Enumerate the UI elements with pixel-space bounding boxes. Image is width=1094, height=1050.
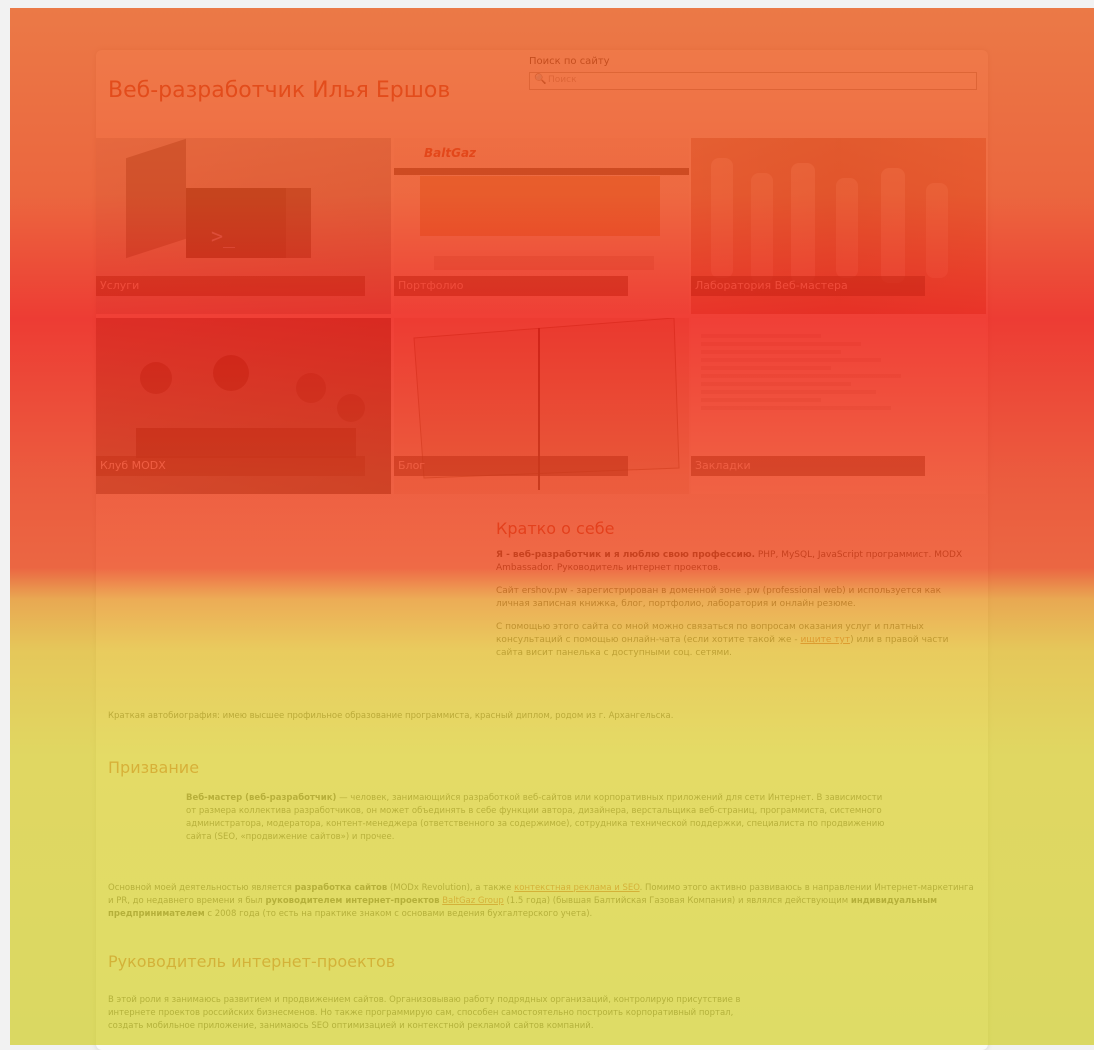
seo-link[interactable]: контекстная реклама и SEO (514, 883, 639, 893)
about-domain-paragraph: Сайт ershov.pw - зарегистрирован в домен… (496, 586, 942, 609)
tile-caption: Портфолио (394, 276, 628, 296)
main-text-1: Основной моей деятельностью является (108, 883, 295, 893)
tile-caption: Блог (394, 456, 628, 476)
baltgaz-logo: BaltGaz (424, 146, 477, 160)
search-input[interactable] (548, 73, 968, 87)
definition-paragraph: Веб-мастер (веб-разработчик) — человек, … (186, 792, 886, 844)
svg-text:>_: >_ (211, 224, 236, 248)
about-section: Кратко о себе Я - веб-разработчик и я лю… (496, 519, 976, 670)
search-label: Поиск по сайту (529, 56, 610, 67)
tile-caption: Закладки (691, 456, 925, 476)
site-title[interactable]: Веб-разработчик Илья Ершов (108, 78, 450, 103)
main-bold-2: руководителем интернет-проектов (265, 896, 440, 906)
tile-services[interactable]: >_ Услуги (96, 138, 391, 314)
about-paragraph: Я - веб-разработчик и я люблю свою профе… (496, 549, 976, 575)
about-title: Кратко о себе (496, 519, 615, 538)
calling-title: Призвание (108, 758, 200, 777)
main-text-5: (1.5 года) (бывшая Балтийская Газовая Ко… (503, 896, 851, 906)
baltgaz-link[interactable]: BaltGaz Group (442, 896, 504, 906)
main-activity-paragraph: Основной моей деятельностью является раз… (108, 882, 978, 921)
main-text-6: с 2008 года (то есть на практике знаком … (204, 909, 593, 919)
bookmarks-list (701, 330, 931, 414)
tile-bookmarks[interactable]: Закладки (691, 318, 986, 494)
definition-term: Веб-мастер (веб-разработчик) (186, 793, 337, 803)
chat-link[interactable]: ищите тут (800, 635, 850, 645)
portfolio-menu-bar (394, 168, 689, 175)
tile-modx-club[interactable]: Клуб MODX (96, 318, 391, 494)
main-bold-1: разработка сайтов (294, 883, 388, 893)
tile-caption: Лаборатория Веб-мастера (691, 276, 925, 296)
tile-lab[interactable]: Лаборатория Веб-мастера (691, 138, 986, 314)
about-lead: Я - веб-разработчик и я люблю свою профе… (496, 550, 755, 560)
tile-portfolio[interactable]: BaltGaz Портфолио (394, 138, 689, 314)
manager-title: Руководитель интернет-проектов (108, 952, 396, 971)
main-text-2: (MODx Revolution), а также (387, 883, 515, 893)
tile-blog[interactable]: Блог (394, 318, 689, 494)
tile-caption: Клуб MODX (96, 456, 365, 476)
biography-paragraph: Краткая автобиография: имею высшее профи… (108, 711, 674, 721)
portfolio-banner (420, 176, 660, 236)
portfolio-thumbnails (434, 256, 654, 270)
manager-paragraph: В этой роли я занимаюсь развитием и прод… (108, 995, 741, 1031)
search-icon[interactable]: 🔍 (534, 74, 546, 85)
tile-caption: Услуги (96, 276, 365, 296)
search-box[interactable]: 🔍 (529, 72, 977, 90)
about-contact-paragraph: С помощью этого сайта со мной можно связ… (496, 621, 976, 660)
